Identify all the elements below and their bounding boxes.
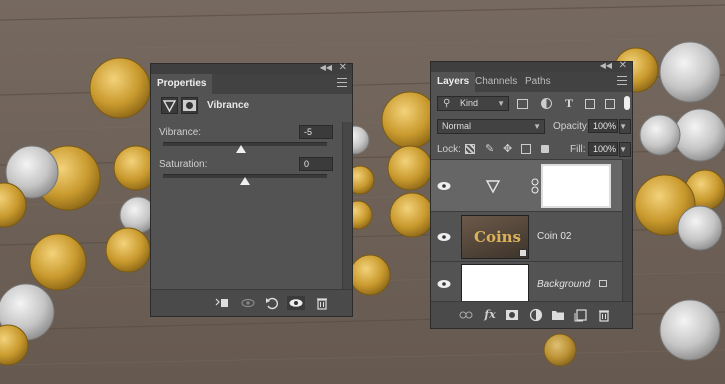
layer-name[interactable]: Background bbox=[537, 279, 590, 290]
layers-panel-titlebar[interactable]: ◀◀ ✕ bbox=[431, 60, 632, 72]
reset-icon[interactable] bbox=[265, 296, 279, 310]
fx-icon[interactable]: fx bbox=[483, 308, 497, 322]
opacity-label: Opacity: bbox=[553, 121, 590, 132]
lock-position-icon[interactable]: ✥ bbox=[503, 142, 512, 155]
background-layer-thumbnail[interactable] bbox=[461, 264, 529, 303]
properties-footer bbox=[151, 289, 352, 316]
opacity-dropdown-toggle[interactable]: ▼ bbox=[619, 119, 631, 134]
lock-artboard-icon[interactable] bbox=[521, 144, 531, 154]
properties-tab-row: Properties bbox=[151, 74, 352, 94]
saturation-slider-thumb[interactable] bbox=[240, 177, 250, 185]
close-icon[interactable]: ✕ bbox=[619, 60, 627, 71]
saturation-label: Saturation: bbox=[159, 159, 208, 170]
visibility-eye-icon[interactable] bbox=[437, 279, 451, 289]
collapse-panel-icon[interactable]: ◀◀ bbox=[600, 61, 612, 70]
filter-kind-value: Kind bbox=[460, 98, 479, 108]
vibrance-adjustment-icon bbox=[161, 97, 178, 114]
new-group-icon[interactable] bbox=[551, 308, 565, 322]
fill-dropdown-toggle[interactable]: ▼ bbox=[619, 142, 631, 157]
filter-icons: T bbox=[517, 96, 617, 111]
lock-all-icon[interactable] bbox=[541, 145, 549, 153]
saturation-value-field[interactable]: 0 bbox=[299, 157, 333, 171]
panel-menu-icon[interactable] bbox=[337, 78, 347, 87]
new-adjustment-icon[interactable] bbox=[529, 308, 543, 322]
chevron-down-icon: ▼ bbox=[533, 122, 541, 131]
properties-scrollbar[interactable] bbox=[342, 122, 352, 292]
close-icon[interactable]: ✕ bbox=[339, 62, 347, 73]
layer-row-background[interactable]: Background bbox=[431, 262, 625, 305]
clip-to-layer-icon[interactable] bbox=[215, 296, 229, 310]
adjustment-name: Vibrance bbox=[207, 100, 250, 111]
chevron-down-icon: ▼ bbox=[497, 99, 505, 108]
tab-properties[interactable]: Properties bbox=[151, 74, 213, 94]
smart-object-badge-icon bbox=[519, 249, 527, 257]
layers-list: Coins Coin 02 Background bbox=[431, 159, 625, 305]
visibility-eye-icon[interactable] bbox=[437, 232, 451, 242]
tab-channels[interactable]: Channels bbox=[469, 72, 523, 92]
vibrance-label: Vibrance: bbox=[159, 127, 202, 138]
chevron-down-icon: ▼ bbox=[619, 145, 627, 154]
layer-row-vibrance[interactable] bbox=[431, 160, 625, 212]
toggle-visibility-icon[interactable] bbox=[287, 296, 305, 310]
adjustment-layer-filter-icon[interactable] bbox=[541, 98, 552, 109]
smart-object-filter-icon[interactable] bbox=[605, 99, 615, 109]
blend-mode-value: Normal bbox=[442, 121, 472, 131]
mask-link-icon[interactable] bbox=[531, 178, 539, 194]
vibrance-value-field[interactable]: -5 bbox=[299, 125, 333, 139]
search-icon: ⚲ bbox=[443, 98, 451, 109]
link-layers-icon[interactable] bbox=[459, 308, 473, 322]
layers-panel: ◀◀ ✕ Layers Channels Paths ⚲ Kind ▼ T No… bbox=[430, 60, 633, 329]
panel-menu-icon[interactable] bbox=[617, 76, 627, 85]
fill-field[interactable]: 100% bbox=[588, 142, 618, 156]
lock-image-pixels-icon[interactable]: ✎ bbox=[485, 142, 494, 155]
trash-icon[interactable] bbox=[597, 308, 611, 322]
tab-paths[interactable]: Paths bbox=[519, 72, 557, 92]
properties-panel: ◀◀ ✕ Properties Vibrance Vibrance: -5 Sa… bbox=[150, 62, 353, 317]
vibrance-layer-icon bbox=[485, 178, 501, 194]
lock-label: Lock: bbox=[437, 144, 461, 155]
layer-row-coin-02[interactable]: Coins Coin 02 bbox=[431, 212, 625, 262]
properties-panel-titlebar[interactable]: ◀◀ ✕ bbox=[151, 62, 352, 74]
coin-layer-thumbnail[interactable]: Coins bbox=[461, 215, 529, 259]
lock-transparent-pixels-icon[interactable] bbox=[465, 144, 475, 154]
shape-layer-filter-icon[interactable] bbox=[585, 99, 595, 109]
opacity-field[interactable]: 100% bbox=[588, 119, 618, 133]
new-layer-icon[interactable] bbox=[574, 308, 588, 322]
layers-tab-row: Layers Channels Paths bbox=[431, 72, 632, 92]
layers-footer: fx bbox=[431, 301, 632, 328]
collapse-panel-icon[interactable]: ◀◀ bbox=[320, 63, 332, 72]
thumbnail-text: Coins bbox=[474, 228, 521, 246]
type-layer-filter-icon[interactable]: T bbox=[565, 96, 573, 111]
layer-name[interactable]: Coin 02 bbox=[537, 231, 571, 242]
visibility-eye-icon[interactable] bbox=[437, 181, 451, 191]
lock-icons: ✎ ✥ bbox=[465, 143, 555, 157]
layer-mask-thumbnail[interactable] bbox=[541, 164, 611, 208]
blend-mode-dropdown[interactable]: Normal ▼ bbox=[437, 119, 545, 134]
vibrance-slider-thumb[interactable] bbox=[235, 145, 246, 153]
layer-mask-icon[interactable] bbox=[181, 97, 198, 114]
filter-toggle-icon[interactable] bbox=[624, 96, 630, 110]
filter-kind-dropdown[interactable]: ⚲ Kind ▼ bbox=[437, 96, 509, 111]
view-previous-state-icon[interactable] bbox=[241, 296, 255, 310]
add-mask-icon[interactable] bbox=[505, 308, 519, 322]
chevron-down-icon: ▼ bbox=[619, 122, 627, 131]
fill-label: Fill: bbox=[570, 144, 586, 155]
layers-scrollbar[interactable] bbox=[622, 159, 632, 304]
layer-lock-icon[interactable] bbox=[599, 280, 607, 287]
pixel-layer-filter-icon[interactable] bbox=[517, 99, 528, 109]
trash-icon[interactable] bbox=[315, 296, 329, 310]
